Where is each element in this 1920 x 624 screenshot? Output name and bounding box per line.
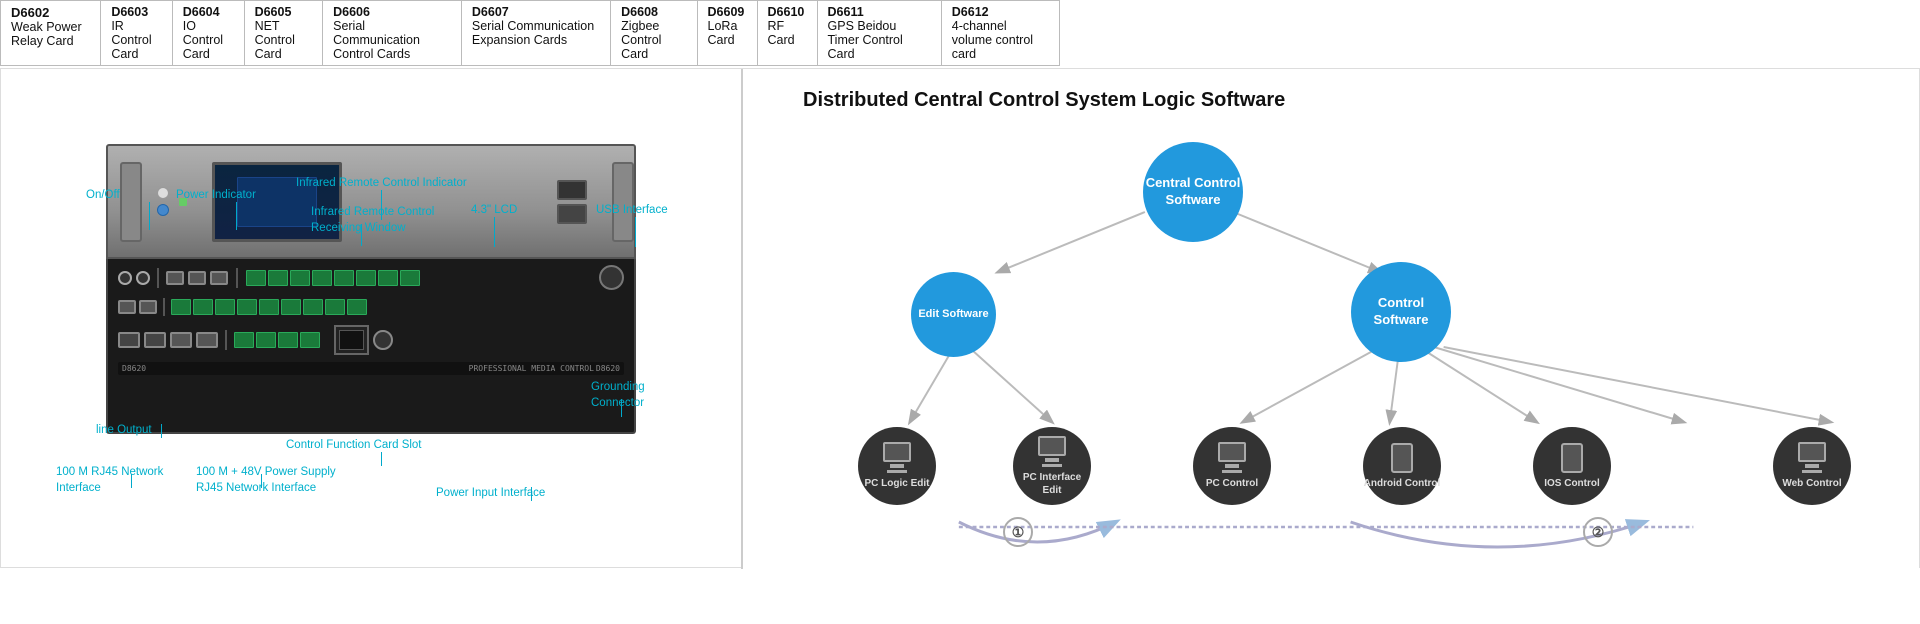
card-code: D6606 — [333, 5, 451, 19]
label-grounding: GroundingConnector — [591, 379, 645, 411]
card-d6609: D6609 LoRa Card — [698, 1, 758, 65]
top-cards-table: D6602 Weak Power Relay Card D6603 IR Con… — [0, 0, 1060, 66]
line-line-output — [161, 424, 162, 438]
device-bottom-unit: D8620 PROFESSIONAL MEDIA CONTROL D8620 — [106, 259, 636, 434]
middle-section: D8620 PROFESSIONAL MEDIA CONTROL D8620 O… — [0, 68, 1920, 568]
label-line-output: line Output — [96, 424, 152, 436]
label-power-supply: 100 M + 48V Power SupplyRJ45 Network Int… — [196, 464, 336, 496]
card-code: D6604 — [183, 5, 234, 19]
card-name: 4-channel volume control card — [952, 19, 1049, 61]
line-lcd — [494, 217, 495, 247]
line-card-slot — [381, 452, 382, 466]
line-infrared-window — [361, 224, 362, 246]
circle-num-1: ① — [1003, 517, 1033, 547]
card-name: NET Control Card — [255, 19, 313, 61]
card-name: LoRa Card — [708, 19, 747, 47]
device-top-unit — [106, 144, 636, 259]
card-name: Serial Communication Control Cards — [333, 19, 451, 61]
card-code: D6610 — [768, 5, 807, 19]
card-d6611: D6611 GPS Beidou Timer Control Card — [818, 1, 942, 65]
card-d6605: D6605 NET Control Card — [245, 1, 324, 65]
card-code: D6609 — [708, 5, 747, 19]
card-name: GPS Beidou Timer Control Card — [828, 19, 931, 61]
node-central-control: Central Control Software — [1143, 142, 1243, 242]
line-on-off — [149, 202, 150, 230]
node-pc-control: PC Control — [1193, 427, 1271, 505]
card-code: D6603 — [111, 5, 161, 19]
card-d6604: D6604 IO Control Card — [173, 1, 245, 65]
card-d6612: D6612 4-channel volume control card — [942, 1, 1059, 65]
line-usb — [635, 217, 636, 247]
card-name: Serial Communication Expansion Cards — [472, 19, 600, 47]
card-code: D6607 — [472, 5, 600, 19]
card-d6602: D6602 Weak Power Relay Card — [1, 1, 101, 65]
card-name: IO Control Card — [183, 19, 234, 61]
card-name: RF Card — [768, 19, 807, 47]
card-d6606: D6606 Serial Communication Control Cards — [323, 1, 462, 65]
line-power-supply — [261, 474, 262, 488]
label-lcd: 4.3" LCD — [471, 204, 517, 216]
label-infrared-indicator: Infrared Remote Control Indicator — [296, 177, 467, 189]
label-on-off: On/Off — [86, 189, 120, 201]
line-power-indicator — [236, 202, 237, 230]
line-network — [131, 474, 132, 488]
card-code: D6611 — [828, 5, 931, 19]
line-grounding — [621, 399, 622, 417]
label-power-input: Power Input Interface — [436, 487, 545, 499]
card-d6608: D6608 Zigbee Control Card — [611, 1, 697, 65]
card-d6610: D6610 RF Card — [758, 1, 818, 65]
node-control-software: Control Software — [1351, 262, 1451, 362]
card-d6607: D6607 Serial Communication Expansion Car… — [462, 1, 611, 65]
card-name: IR Control Card — [111, 19, 161, 61]
node-pc-interface-edit: PC Interface Edit — [1013, 427, 1091, 505]
node-web-control: Web Control — [1773, 427, 1851, 505]
card-name: Weak Power Relay Card — [11, 20, 90, 48]
flowchart: Central Control Software Edit Software C… — [763, 132, 1899, 552]
node-pc-logic-edit: PC Logic Edit — [858, 427, 936, 505]
label-usb: USB Interface — [596, 204, 668, 216]
diagram-title: Distributed Central Control System Logic… — [803, 89, 1899, 112]
label-power-indicator: Power Indicator — [176, 189, 256, 201]
label-infrared-window: Infrared Remote ControlReceiving Window — [311, 204, 434, 236]
flowchart-section: Distributed Central Control System Logic… — [743, 69, 1919, 569]
card-name: Zigbee Control Card — [621, 19, 686, 61]
device-diagram: D8620 PROFESSIONAL MEDIA CONTROL D8620 O… — [1, 69, 741, 569]
node-edit-software: Edit Software — [911, 272, 996, 357]
card-code: D6608 — [621, 5, 686, 19]
circle-num-2: ② — [1583, 517, 1613, 547]
card-code: D6602 — [11, 5, 90, 20]
label-card-slot: Control Function Card Slot — [286, 439, 422, 451]
card-code: D6605 — [255, 5, 313, 19]
card-d6603: D6603 IR Control Card — [101, 1, 172, 65]
node-ios-control: IOS Control — [1533, 427, 1611, 505]
label-network: 100 M RJ45 NetworkInterface — [56, 464, 163, 496]
card-code: D6612 — [952, 5, 1049, 19]
node-android-control: Android Control — [1363, 427, 1441, 505]
line-power-input — [531, 487, 532, 501]
